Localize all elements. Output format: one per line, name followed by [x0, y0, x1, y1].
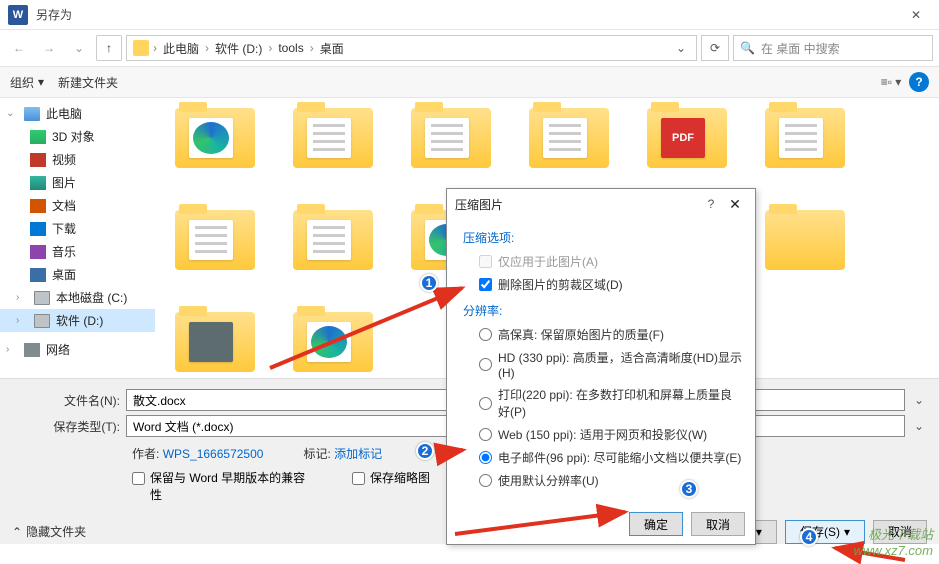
dialog-help-icon[interactable]: ?	[699, 197, 723, 211]
annotation-marker-4: 4	[800, 528, 818, 546]
tag-label: 标记:	[303, 447, 330, 461]
sidebar-item-pic[interactable]: 图片	[0, 171, 155, 194]
new-folder-button[interactable]: 新建文件夹	[58, 74, 118, 91]
help-icon[interactable]: ?	[909, 72, 929, 92]
compress-pictures-dialog: 压缩图片 ? ✕ 压缩选项: 仅应用于此图片(A) 删除图片的剪裁区域(D) 分…	[446, 188, 756, 545]
folder-item[interactable]	[529, 108, 617, 184]
titlebar: W 另存为 ✕	[0, 0, 939, 30]
word-icon: W	[8, 5, 28, 25]
nav-forward-button: →	[36, 35, 62, 61]
organize-menu[interactable]: 组织 ▾	[10, 74, 44, 91]
section-resolution: 分辨率:	[463, 302, 743, 319]
window-title: 另存为	[36, 6, 72, 23]
folder-item[interactable]	[175, 312, 263, 378]
nav-recent-button[interactable]: ⌄	[66, 35, 92, 61]
sidebar-item-ddisk[interactable]: ›软件 (D:)	[0, 309, 155, 332]
breadcrumb-pc[interactable]: 此电脑	[161, 40, 201, 57]
sidebar-item-doc[interactable]: 文档	[0, 194, 155, 217]
radio-email[interactable]: 电子邮件(96 ppi): 尽可能缩小文档以便共享(E)	[463, 446, 743, 469]
search-input[interactable]: 🔍 在 桌面 中搜索	[733, 35, 933, 61]
filename-label: 文件名(N):	[12, 392, 120, 409]
folder-item[interactable]	[411, 108, 499, 184]
folder-item[interactable]: PDF	[647, 108, 735, 184]
address-bar[interactable]: › 此电脑 › 软件 (D:) › tools › 桌面 ⌄	[126, 35, 697, 61]
refresh-button[interactable]: ⟳	[701, 35, 729, 61]
radio-web[interactable]: Web (150 ppi): 适用于网页和投影仪(W)	[463, 423, 743, 446]
sidebar-item-download[interactable]: 下载	[0, 217, 155, 240]
tag-value[interactable]: 添加标记	[334, 447, 382, 461]
sidebar: ⌄此电脑 3D 对象 视频 图片 文档 下载 音乐 桌面 ›本地磁盘 (C:) …	[0, 98, 155, 378]
sidebar-item-pc[interactable]: ⌄此电脑	[0, 102, 155, 125]
dialog-ok-button[interactable]: 确定	[629, 512, 683, 536]
close-icon[interactable]: ✕	[901, 0, 931, 30]
search-icon: 🔍	[740, 41, 755, 55]
folder-item[interactable]	[765, 210, 853, 286]
folder-item[interactable]	[293, 210, 381, 286]
compat-checkbox[interactable]: 保留与 Word 早期版本的兼容性	[132, 470, 312, 504]
sidebar-item-net[interactable]: ›网络	[0, 338, 155, 361]
chevron-down-icon[interactable]: ⌄	[672, 41, 690, 55]
dialog-close-icon[interactable]: ✕	[723, 196, 747, 213]
folder-icon	[133, 40, 149, 56]
breadcrumb-desktop[interactable]: 桌面	[318, 40, 346, 57]
nav-back-button[interactable]: ←	[6, 35, 32, 61]
chevron-right-icon: ›	[310, 41, 314, 55]
savetype-label: 保存类型(T):	[12, 418, 120, 435]
radio-default[interactable]: 使用默认分辨率(U)	[463, 469, 743, 492]
chevron-down-icon: ▾	[756, 525, 762, 539]
dialog-title: 压缩图片	[455, 196, 699, 213]
sidebar-item-3d[interactable]: 3D 对象	[0, 125, 155, 148]
author-value[interactable]: WPS_1666572500	[163, 447, 264, 461]
navbar: ← → ⌄ ↑ › 此电脑 › 软件 (D:) › tools › 桌面 ⌄ ⟳…	[0, 30, 939, 66]
nav-up-button[interactable]: ↑	[96, 35, 122, 61]
folder-item[interactable]	[175, 108, 263, 184]
sidebar-item-desk[interactable]: 桌面	[0, 263, 155, 286]
toolbar: 组织 ▾ 新建文件夹 ≡▫ ▾ ?	[0, 66, 939, 98]
annotation-marker-3: 3	[680, 480, 698, 498]
breadcrumb-tools[interactable]: tools	[276, 41, 305, 55]
folder-item[interactable]	[293, 108, 381, 184]
opt-delete-cropped[interactable]: 删除图片的剪裁区域(D)	[463, 273, 743, 296]
dialog-cancel-button[interactable]: 取消	[691, 512, 745, 536]
folder-item[interactable]	[765, 108, 853, 184]
watermark: 极光下载站 www.xz7.com	[854, 524, 933, 558]
opt-apply-only: 仅应用于此图片(A)	[463, 250, 743, 273]
view-mode-button[interactable]: ≡▫ ▾	[879, 72, 903, 92]
chevron-up-icon: ⌃	[12, 525, 22, 539]
chevron-down-icon: ▾	[844, 525, 850, 539]
section-compress-options: 压缩选项:	[463, 229, 743, 246]
chevron-down-icon[interactable]: ⌄	[911, 419, 927, 433]
thumb-checkbox[interactable]: 保存缩略图	[352, 470, 430, 504]
radio-high-fidelity[interactable]: 高保真: 保留原始图片的质量(F)	[463, 323, 743, 346]
annotation-marker-1: 1	[420, 274, 438, 292]
sidebar-item-cdisk[interactable]: ›本地磁盘 (C:)	[0, 286, 155, 309]
chevron-right-icon: ›	[153, 41, 157, 55]
radio-print[interactable]: 打印(220 ppi): 在多数打印机和屏幕上质量良好(P)	[463, 383, 743, 423]
annotation-marker-2: 2	[416, 442, 434, 460]
chevron-right-icon: ›	[205, 41, 209, 55]
folder-item[interactable]	[175, 210, 263, 286]
breadcrumb-d[interactable]: 软件 (D:)	[213, 40, 264, 57]
sidebar-item-music[interactable]: 音乐	[0, 240, 155, 263]
author-label: 作者:	[132, 447, 159, 461]
radio-hd[interactable]: HD (330 ppi): 高质量，适合高清晰度(HD)显示(H)	[463, 346, 743, 383]
chevron-down-icon: ▾	[38, 75, 44, 89]
folder-item[interactable]	[293, 312, 381, 378]
search-placeholder: 在 桌面 中搜索	[761, 40, 840, 57]
chevron-down-icon[interactable]: ⌄	[911, 393, 927, 407]
hide-folders-toggle[interactable]: ⌃ 隐藏文件夹	[12, 523, 86, 540]
chevron-right-icon: ›	[268, 41, 272, 55]
sidebar-item-video[interactable]: 视频	[0, 148, 155, 171]
